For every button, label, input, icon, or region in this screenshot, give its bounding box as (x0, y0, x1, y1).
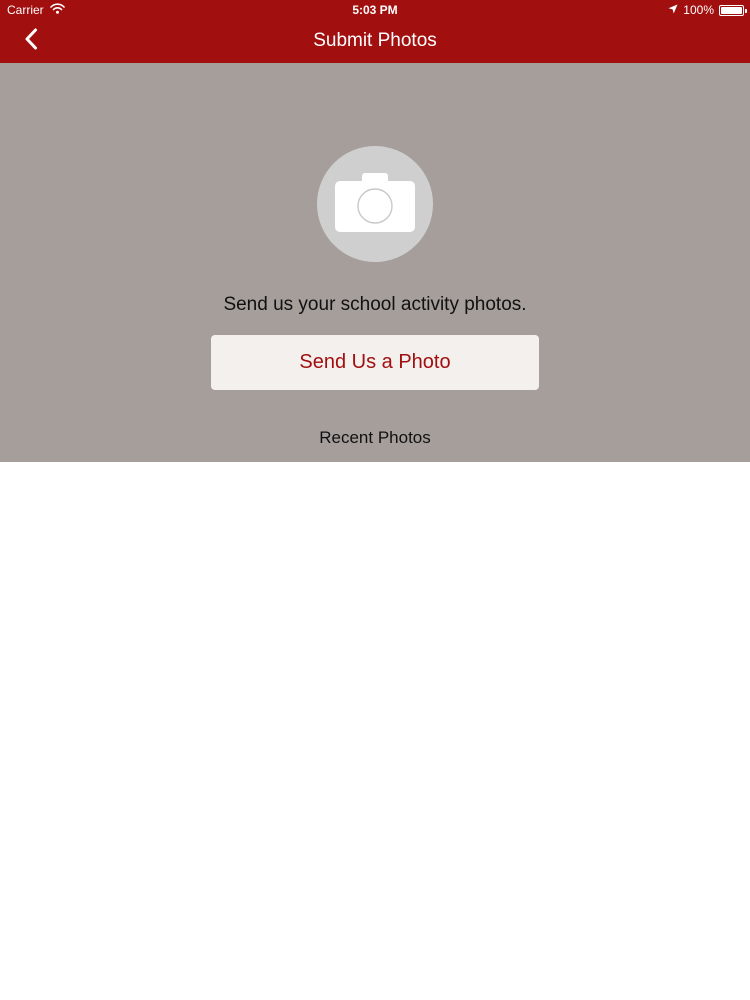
submit-photos-screen: Carrier 5:03 PM 100% Submit Photos Send … (0, 0, 750, 1000)
submit-photo-panel: Send us your school activity photos. Sen… (0, 63, 750, 462)
page-title: Submit Photos (313, 30, 437, 51)
navigation-bar: Submit Photos (0, 20, 750, 63)
battery-fill (721, 6, 742, 14)
camera-icon (334, 171, 416, 238)
instruction-text: Send us your school activity photos. (223, 294, 527, 315)
battery-icon (719, 4, 747, 16)
send-photo-button[interactable]: Send Us a Photo (211, 335, 539, 390)
location-arrow-icon (668, 0, 678, 20)
status-bar: Carrier 5:03 PM 100% (0, 0, 750, 20)
battery-percent: 100% (683, 3, 714, 17)
status-time: 5:03 PM (352, 3, 398, 17)
camera-badge (317, 146, 433, 262)
recent-photos-list (0, 462, 750, 1000)
recent-photos-heading: Recent Photos (319, 428, 431, 447)
top-bar: Carrier 5:03 PM 100% Submit Photos (0, 0, 750, 63)
status-right: 100% (668, 0, 747, 20)
